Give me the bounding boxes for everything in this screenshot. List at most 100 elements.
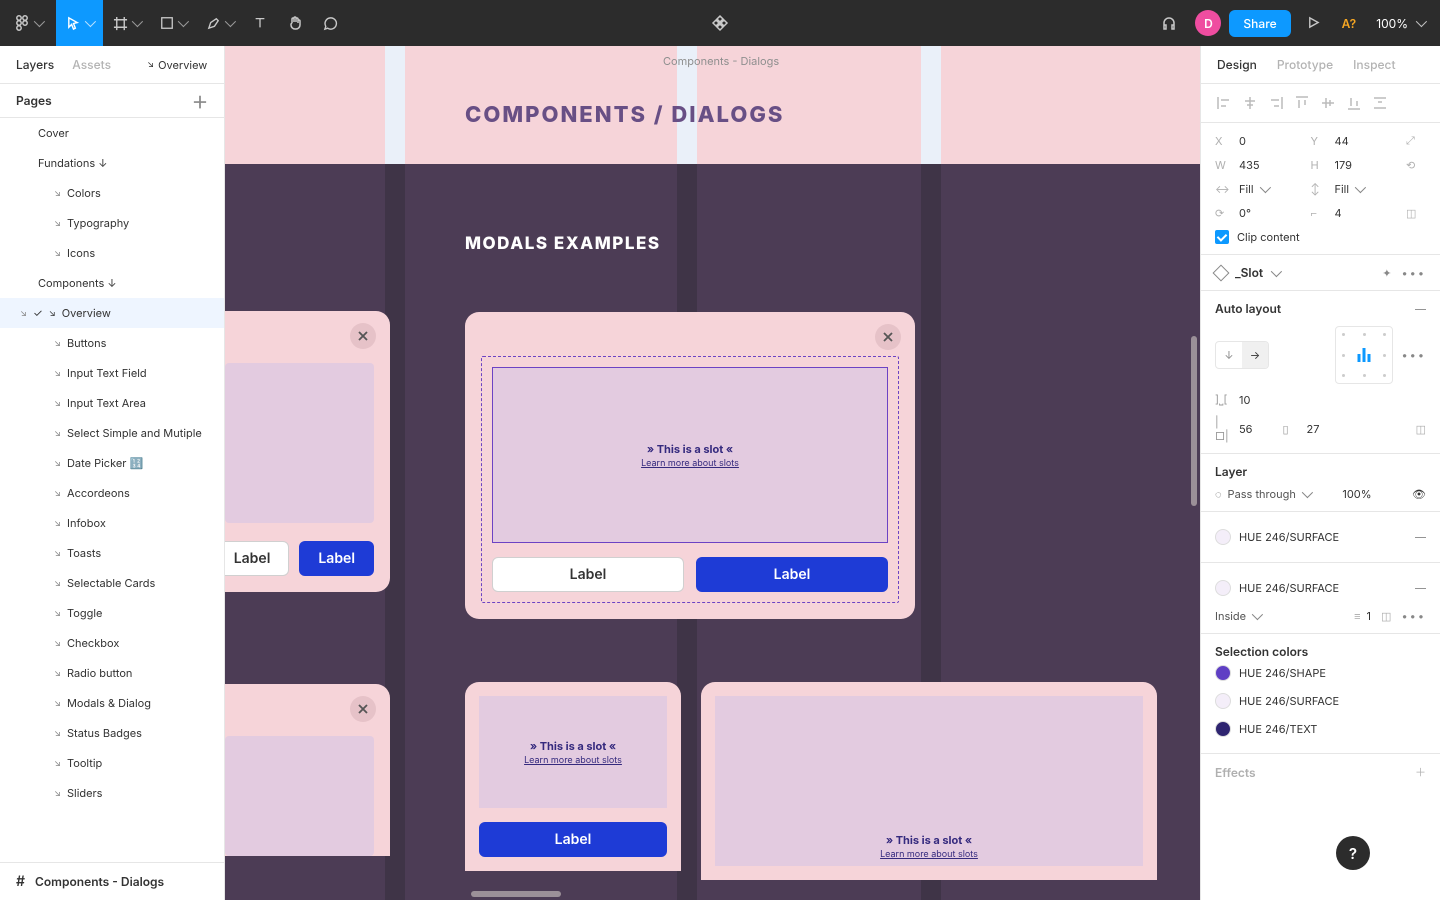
stroke-swatch[interactable]: [1215, 580, 1231, 596]
component-insert-button[interactable]: [701, 0, 739, 46]
remove-stroke-icon[interactable]: —: [1415, 581, 1426, 595]
direction-vertical[interactable]: ↓: [1216, 342, 1242, 368]
page-item-accordions[interactable]: Accordeons: [0, 478, 224, 508]
h-resize-mode[interactable]: Fill: [1239, 182, 1305, 196]
align-bottom-icon[interactable]: [1345, 94, 1363, 112]
align-to-pixel-icon[interactable]: ⤢: [1406, 133, 1426, 148]
canvas-horizontal-scrollbar[interactable]: [471, 891, 561, 897]
slot-box[interactable]: This is a slot Learn more about slots: [715, 696, 1143, 866]
slot-learn-more-link[interactable]: Learn more about slots: [641, 458, 739, 469]
remove-auto-layout-icon[interactable]: —: [1415, 302, 1426, 316]
slot-learn-more-link[interactable]: Learn more about slots: [880, 849, 978, 860]
secondary-button[interactable]: Label: [225, 541, 289, 576]
align-hcenter-icon[interactable]: [1241, 94, 1259, 112]
stroke-position-dropdown[interactable]: Inside: [1215, 609, 1260, 623]
direction-horizontal[interactable]: →: [1242, 342, 1268, 368]
slot-box[interactable]: This is a slot Learn more about slots: [479, 696, 667, 808]
color-swatch[interactable]: [1215, 665, 1231, 681]
close-button[interactable]: [875, 324, 901, 350]
v-resize-mode[interactable]: Fill: [1335, 182, 1401, 196]
page-item-radio[interactable]: Radio button: [0, 658, 224, 688]
page-item-infobox[interactable]: Infobox: [0, 508, 224, 538]
page-item-tooltip[interactable]: Tooltip: [0, 748, 224, 778]
page-item-foundations[interactable]: Fundations ↓: [0, 148, 224, 178]
auto-layout-more-icon[interactable]: •••: [1401, 348, 1426, 362]
close-button[interactable]: [350, 696, 376, 722]
stroke-weight-value[interactable]: 1: [1367, 609, 1371, 623]
page-item-badges[interactable]: Status Badges: [0, 718, 224, 748]
remove-fill-icon[interactable]: —: [1415, 530, 1426, 544]
constrain-proportions-icon[interactable]: ⟲: [1406, 158, 1426, 172]
fill-row[interactable]: HUE 246/SURFACE —: [1215, 522, 1426, 552]
y-value[interactable]: 44: [1335, 134, 1401, 148]
x-value[interactable]: 0: [1239, 134, 1305, 148]
pages-tree[interactable]: Cover Fundations ↓ Colors Typography Ico…: [0, 118, 224, 862]
audio-button[interactable]: [1151, 0, 1187, 46]
share-button[interactable]: Share: [1229, 10, 1290, 37]
page-item-toggle[interactable]: Toggle: [0, 598, 224, 628]
align-left-icon[interactable]: [1215, 94, 1233, 112]
independent-corners-icon[interactable]: ◫: [1406, 206, 1426, 220]
missing-fonts-badge[interactable]: A?: [1336, 16, 1363, 31]
page-item-buttons[interactable]: Buttons: [0, 328, 224, 358]
fill-swatch[interactable]: [1215, 529, 1231, 545]
page-item-toasts[interactable]: Toasts: [0, 538, 224, 568]
page-item-components[interactable]: Components ↓: [0, 268, 224, 298]
close-button[interactable]: [350, 323, 376, 349]
blend-mode-dropdown[interactable]: ◌ Pass through: [1215, 487, 1310, 501]
stroke-more-icon[interactable]: •••: [1401, 609, 1426, 623]
tab-prototype[interactable]: Prototype: [1277, 57, 1333, 72]
pen-tool-button[interactable]: [196, 0, 243, 46]
secondary-button[interactable]: Label: [492, 557, 684, 592]
gap-value[interactable]: 10: [1239, 393, 1250, 407]
zoom-control[interactable]: 100%: [1370, 16, 1430, 31]
page-item-icons[interactable]: Icons: [0, 238, 224, 268]
more-options-icon[interactable]: •••: [1401, 266, 1426, 280]
padding-v-value[interactable]: 27: [1307, 422, 1320, 436]
selection-color-row[interactable]: HUE 246/SHAPE: [1215, 659, 1426, 687]
w-value[interactable]: 435: [1239, 158, 1305, 172]
color-swatch[interactable]: [1215, 693, 1231, 709]
move-tool-button[interactable]: [56, 0, 103, 46]
slot-learn-more-link[interactable]: Learn more about slots: [524, 755, 622, 766]
padding-h-value[interactable]: 56: [1239, 422, 1253, 436]
modal-example-small[interactable]: This is a slot Learn more about slots La…: [465, 682, 681, 871]
canvas[interactable]: Components - Dialogs COMPONENTS / DIALOG…: [225, 46, 1200, 900]
page-dropdown[interactable]: ↘ Overview: [147, 58, 211, 72]
alignment-box[interactable]: [1335, 326, 1393, 384]
modal-example-wide[interactable]: This is a slot Learn more about slots: [701, 682, 1157, 880]
present-button[interactable]: [1299, 13, 1328, 33]
selected-slot-frame[interactable]: This is a slot Learn more about slots La…: [481, 356, 899, 603]
page-item-colors[interactable]: Colors: [0, 178, 224, 208]
radius-value[interactable]: 4: [1335, 206, 1401, 220]
tab-design[interactable]: Design: [1217, 57, 1257, 72]
align-top-icon[interactable]: [1293, 94, 1311, 112]
stroke-row[interactable]: HUE 246/SURFACE —: [1215, 573, 1426, 603]
slot-box[interactable]: This is a slot Learn more about slots: [492, 367, 888, 543]
artboard-title[interactable]: Components - Dialogs: [663, 54, 779, 68]
align-vcenter-icon[interactable]: [1319, 94, 1337, 112]
h-value[interactable]: 179: [1335, 158, 1401, 172]
shape-tool-button[interactable]: [150, 0, 196, 46]
page-item-date-picker[interactable]: Date Picker 🔢: [0, 448, 224, 478]
frame-tool-button[interactable]: [103, 0, 150, 46]
page-item-select[interactable]: Select Simple and Mutiple: [0, 418, 224, 448]
text-tool-button[interactable]: [243, 0, 277, 46]
canvas-vertical-scrollbar[interactable]: [1191, 336, 1197, 506]
tab-assets[interactable]: Assets: [72, 57, 111, 72]
opacity-value[interactable]: 100%: [1342, 487, 1371, 501]
layer-selection-footer[interactable]: # Components - Dialogs: [0, 862, 224, 900]
color-swatch[interactable]: [1215, 721, 1231, 737]
modal-partial-left-2[interactable]: [225, 684, 390, 856]
page-item-sliders[interactable]: Sliders: [0, 778, 224, 808]
swap-instance-icon[interactable]: ✦: [1382, 266, 1391, 280]
visibility-icon[interactable]: 👁: [1412, 487, 1426, 501]
modal-partial-left[interactable]: Label Label: [225, 311, 390, 592]
selection-color-row[interactable]: HUE 246/SURFACE: [1215, 687, 1426, 715]
page-item-cover[interactable]: Cover: [0, 118, 224, 148]
component-name[interactable]: _Slot: [1235, 265, 1263, 280]
direction-toggle[interactable]: ↓ →: [1215, 341, 1269, 369]
page-item-selectable-cards[interactable]: Selectable Cards: [0, 568, 224, 598]
page-item-overview[interactable]: ✓ ↘ Overview: [0, 298, 224, 328]
page-item-modals[interactable]: Modals & Dialog: [0, 688, 224, 718]
